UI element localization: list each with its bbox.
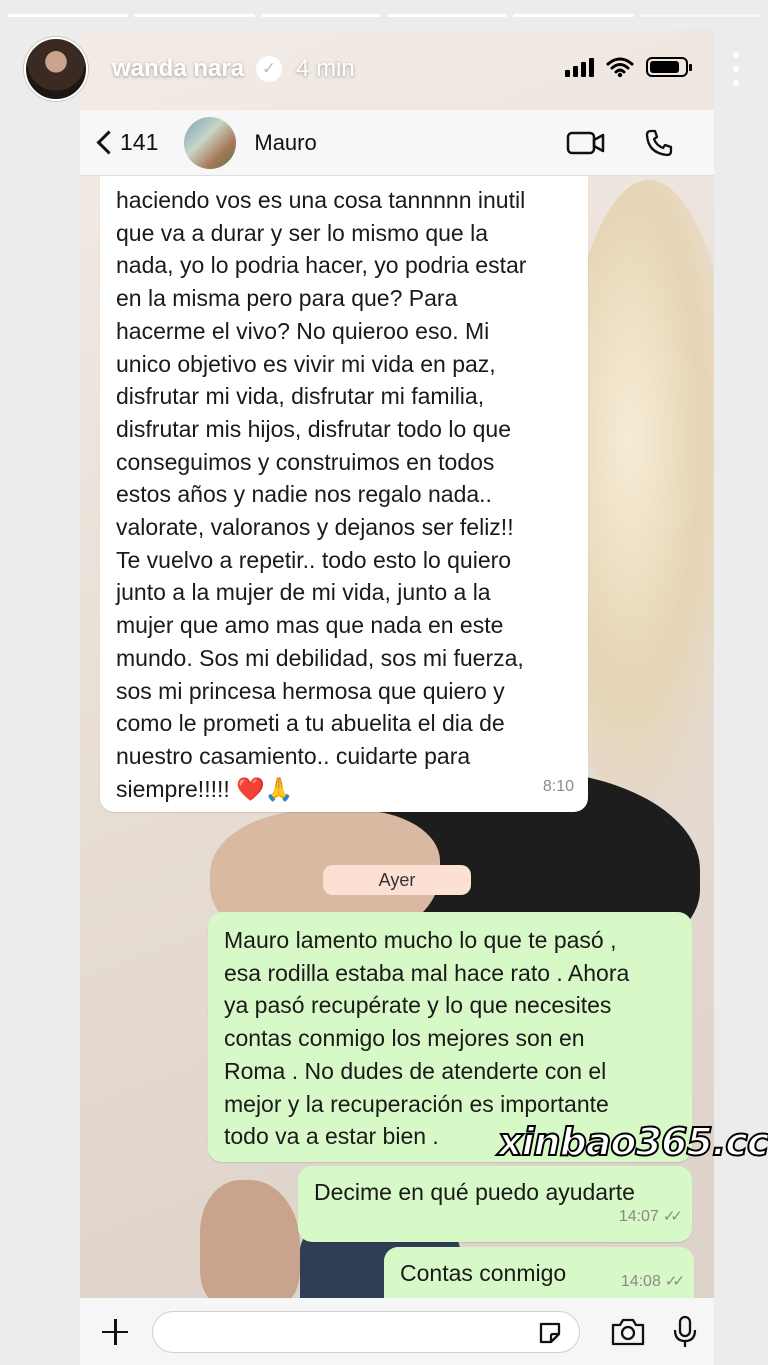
message-composer bbox=[80, 1298, 714, 1365]
back-count[interactable]: 141 bbox=[120, 129, 158, 156]
message-line: contas conmigo los mejores son en bbox=[224, 1025, 585, 1052]
message-line: mundo. Sos mi debilidad, sos mi fuerza, bbox=[116, 644, 524, 671]
message-outgoing[interactable]: Decime en qué puedo ayudarte 14:07 ✓✓ bbox=[298, 1166, 692, 1242]
phone-icon[interactable] bbox=[644, 128, 674, 158]
message-line: en la misma pero para que? Para bbox=[116, 285, 458, 312]
status-bar bbox=[565, 56, 692, 78]
story-avatar[interactable] bbox=[24, 37, 88, 101]
contact-avatar[interactable] bbox=[184, 116, 237, 169]
chat-actions bbox=[566, 128, 674, 158]
progress-segment bbox=[513, 14, 634, 17]
progress-segment bbox=[260, 14, 381, 17]
microphone-icon[interactable] bbox=[672, 1315, 698, 1349]
message-outgoing[interactable]: Contas conmigo 14:08 ✓✓ bbox=[384, 1247, 694, 1305]
story-progress bbox=[8, 14, 760, 17]
battery-icon bbox=[646, 57, 692, 77]
message-text: Decime en qué puedo ayudarte bbox=[314, 1179, 635, 1205]
message-line: siempre!!!!! ❤️🙏 bbox=[116, 775, 294, 802]
message-line: ya pasó recupérate y lo que necesites bbox=[224, 992, 612, 1019]
message-incoming[interactable]: haciendo vos es una cosa tannnnn inutil … bbox=[100, 176, 588, 812]
message-line: esa rodilla estaba mal hace rato . Ahora bbox=[224, 959, 630, 986]
message-line: hacerme el vivo? No quieroo eso. Mi bbox=[116, 317, 490, 344]
message-line: como le prometi a tu abuelita el dia de bbox=[116, 710, 505, 737]
story-time: 4 min bbox=[296, 55, 355, 82]
message-line: conseguimos y construimos en todos bbox=[116, 448, 495, 475]
message-line: que va a durar y ser lo mismo que la bbox=[116, 219, 489, 246]
message-line: Roma . No dudes de atenderte con el bbox=[224, 1057, 607, 1084]
sticker-icon[interactable] bbox=[537, 1320, 563, 1346]
message-time: 14:07 ✓✓ bbox=[619, 1201, 683, 1234]
wifi-icon bbox=[606, 57, 634, 78]
plus-icon[interactable] bbox=[100, 1317, 130, 1347]
message-text: Mauro lamento mucho lo que te pasó , esa… bbox=[224, 924, 629, 1153]
camera-icon[interactable] bbox=[610, 1317, 646, 1347]
message-line: sos mi princesa hermosa que quiero y bbox=[116, 677, 505, 704]
message-line: nuestro casamiento.. cuidarte para bbox=[116, 742, 471, 769]
message-text: haciendo vos es una cosa tannnnn inutil … bbox=[116, 184, 526, 805]
message-line: nada, yo lo podria hacer, yo podria esta… bbox=[116, 252, 527, 279]
message-line: Te vuelvo a repetir.. todo esto lo quier… bbox=[116, 546, 512, 573]
message-line: Mauro lamento mucho lo que te pasó , bbox=[224, 927, 617, 953]
double-check-icon: ✓✓ bbox=[662, 1208, 683, 1226]
message-line: disfrutar mi vida, disfrutar mi familia, bbox=[116, 383, 485, 410]
message-text: Contas conmigo bbox=[400, 1260, 567, 1286]
more-options-icon[interactable] bbox=[728, 52, 744, 86]
progress-segment bbox=[386, 14, 508, 17]
signal-icon bbox=[565, 57, 594, 77]
message-line: estos años y nadie nos regalo nada.. bbox=[116, 481, 492, 508]
message-line: unico objetivo es vivir mi vida en paz, bbox=[116, 350, 496, 377]
message-line: junto a la mujer de mi vida, junto a la bbox=[116, 579, 491, 606]
message-line: mejor y la recuperación es importante bbox=[224, 1090, 609, 1117]
message-line: haciendo vos es una cosa tannnnn inutil bbox=[116, 187, 526, 213]
chat-header: 141 Mauro bbox=[80, 110, 714, 176]
chevron-left-icon[interactable] bbox=[94, 130, 114, 156]
story-username[interactable]: wanda nara bbox=[112, 55, 244, 83]
message-time: 14:08 ✓✓ bbox=[621, 1266, 685, 1299]
message-line: mujer que amo mas que nada en este bbox=[116, 612, 504, 639]
date-separator: Ayer bbox=[323, 865, 471, 895]
message-line: disfrutar mis hijos, disfrutar todo lo q… bbox=[116, 415, 512, 442]
progress-segment bbox=[134, 14, 255, 17]
video-call-icon[interactable] bbox=[566, 130, 606, 156]
progress-segment bbox=[8, 14, 129, 17]
background-hand bbox=[200, 1180, 300, 1300]
progress-segment bbox=[639, 14, 760, 17]
message-time: 8:10 bbox=[542, 778, 574, 796]
verified-icon: ✓ bbox=[256, 56, 283, 82]
message-input[interactable] bbox=[152, 1310, 580, 1353]
message-line: valorate, valoranos y dejanos ser feliz!… bbox=[116, 514, 514, 541]
watermark: xinbao365.cc bbox=[497, 1119, 768, 1165]
double-check-icon: ✓✓ bbox=[664, 1273, 685, 1291]
contact-name[interactable]: Mauro bbox=[254, 130, 316, 156]
story-header: wanda nara ✓ 4 min bbox=[24, 36, 744, 102]
composer-actions bbox=[610, 1315, 698, 1349]
